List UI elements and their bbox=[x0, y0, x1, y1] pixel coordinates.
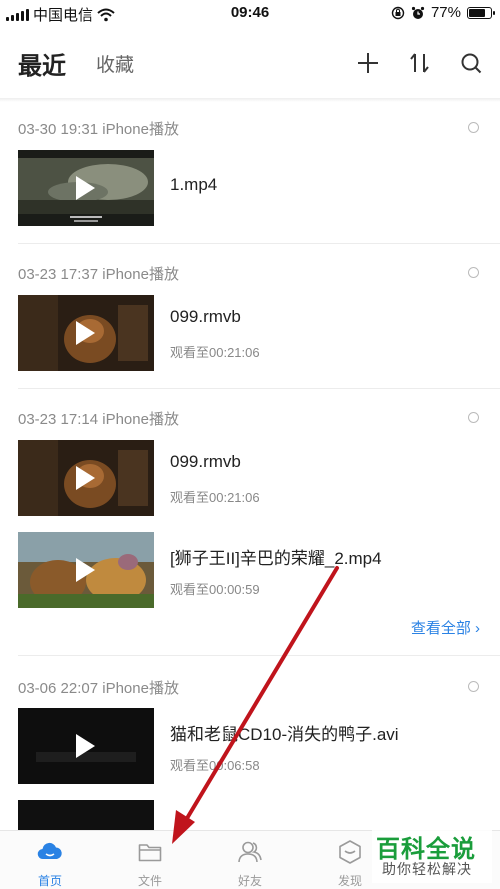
group-header: 03-23 17:14 iPhone播放 bbox=[18, 411, 179, 428]
video-title: 1.mp4 bbox=[170, 175, 218, 194]
video-title: 099.rmvb bbox=[170, 452, 241, 471]
play-icon bbox=[76, 558, 95, 582]
nav-label: 好友 bbox=[237, 874, 262, 888]
tab-favorites[interactable]: 收藏 bbox=[96, 50, 134, 77]
see-all-link[interactable]: 查看全部 › bbox=[411, 617, 480, 638]
folder-icon bbox=[138, 844, 162, 862]
nav-item-home[interactable]: 首页 bbox=[15, 831, 85, 889]
video-thumbnail[interactable] bbox=[18, 800, 154, 830]
divider bbox=[18, 243, 500, 244]
nav-item-files[interactable]: 文件 bbox=[115, 831, 185, 889]
list-item[interactable]: 099.rmvb 观看至00:21:06 bbox=[0, 295, 500, 373]
discover-icon bbox=[339, 840, 361, 864]
play-icon bbox=[76, 466, 95, 490]
divider bbox=[18, 388, 500, 389]
search-icon[interactable] bbox=[458, 50, 484, 76]
watermark: 百科全说 助你轻松解决 bbox=[372, 827, 492, 883]
signal-icon bbox=[6, 8, 29, 21]
divider bbox=[18, 655, 500, 656]
carrier-label: 中国电信 bbox=[33, 7, 94, 24]
tab-recent[interactable]: 最近 bbox=[18, 46, 66, 81]
video-title: [狮子王II]辛巴的荣耀_2.mp4 bbox=[170, 549, 382, 568]
header-shadow bbox=[0, 98, 500, 102]
video-title: 猫和老鼠CD10-消失的鸭子.avi bbox=[170, 725, 399, 744]
video-thumbnail[interactable] bbox=[18, 532, 154, 608]
orientation-lock-icon bbox=[391, 6, 405, 19]
status-bar: 中国电信 09:46 77% bbox=[0, 0, 500, 26]
list-item[interactable]: 1.mp4 bbox=[0, 150, 500, 228]
video-thumbnail[interactable] bbox=[18, 440, 154, 516]
watch-progress: 观看至00:00:59 bbox=[170, 582, 260, 597]
select-radio[interactable] bbox=[468, 681, 479, 692]
video-thumbnail[interactable] bbox=[18, 150, 154, 226]
select-radio[interactable] bbox=[468, 122, 479, 133]
nav-label: 首页 bbox=[37, 874, 62, 888]
alarm-icon bbox=[411, 6, 425, 19]
battery-percent: 77% bbox=[430, 4, 461, 21]
watermark-sub: 助你轻松解决 bbox=[382, 861, 472, 877]
list-item[interactable]: [狮子王II]辛巴的荣耀_2.mp4 观看至00:00:59 bbox=[0, 532, 500, 610]
list-item[interactable]: 099.rmvb 观看至00:21:06 bbox=[0, 440, 500, 518]
group-header: 03-23 17:37 iPhone播放 bbox=[18, 266, 179, 283]
battery-icon bbox=[467, 6, 495, 19]
cloud-icon bbox=[37, 842, 62, 860]
watch-progress: 观看至00:21:06 bbox=[170, 490, 260, 505]
sort-icon[interactable] bbox=[407, 50, 433, 76]
status-right: 77% bbox=[391, 4, 495, 21]
group-header: 03-06 22:07 iPhone播放 bbox=[18, 680, 179, 697]
play-icon bbox=[76, 176, 95, 200]
list-item[interactable]: 猫和老鼠CD10-消失的鸭子.avi 观看至00:06:58 bbox=[0, 708, 500, 786]
battery-fill bbox=[469, 8, 486, 17]
video-thumbnail[interactable] bbox=[18, 708, 154, 784]
nav-item-friends[interactable]: 好友 bbox=[215, 831, 285, 889]
nav-label: 文件 bbox=[137, 874, 162, 888]
group-header: 03-30 19:31 iPhone播放 bbox=[18, 121, 179, 138]
watch-progress: 观看至00:06:58 bbox=[170, 758, 260, 773]
friends-icon bbox=[238, 841, 262, 863]
video-thumbnail[interactable] bbox=[18, 295, 154, 371]
status-left: 中国电信 bbox=[6, 4, 115, 25]
app-header: 最近 收藏 bbox=[0, 36, 500, 90]
watch-progress: 观看至00:21:06 bbox=[170, 345, 260, 360]
list-item[interactable] bbox=[0, 800, 500, 830]
select-radio[interactable] bbox=[468, 267, 479, 278]
select-radio[interactable] bbox=[468, 412, 479, 423]
video-title: 099.rmvb bbox=[170, 307, 241, 326]
wifi-icon bbox=[97, 8, 115, 21]
plus-icon[interactable] bbox=[355, 50, 381, 76]
play-icon bbox=[76, 321, 95, 345]
play-icon bbox=[76, 734, 95, 758]
